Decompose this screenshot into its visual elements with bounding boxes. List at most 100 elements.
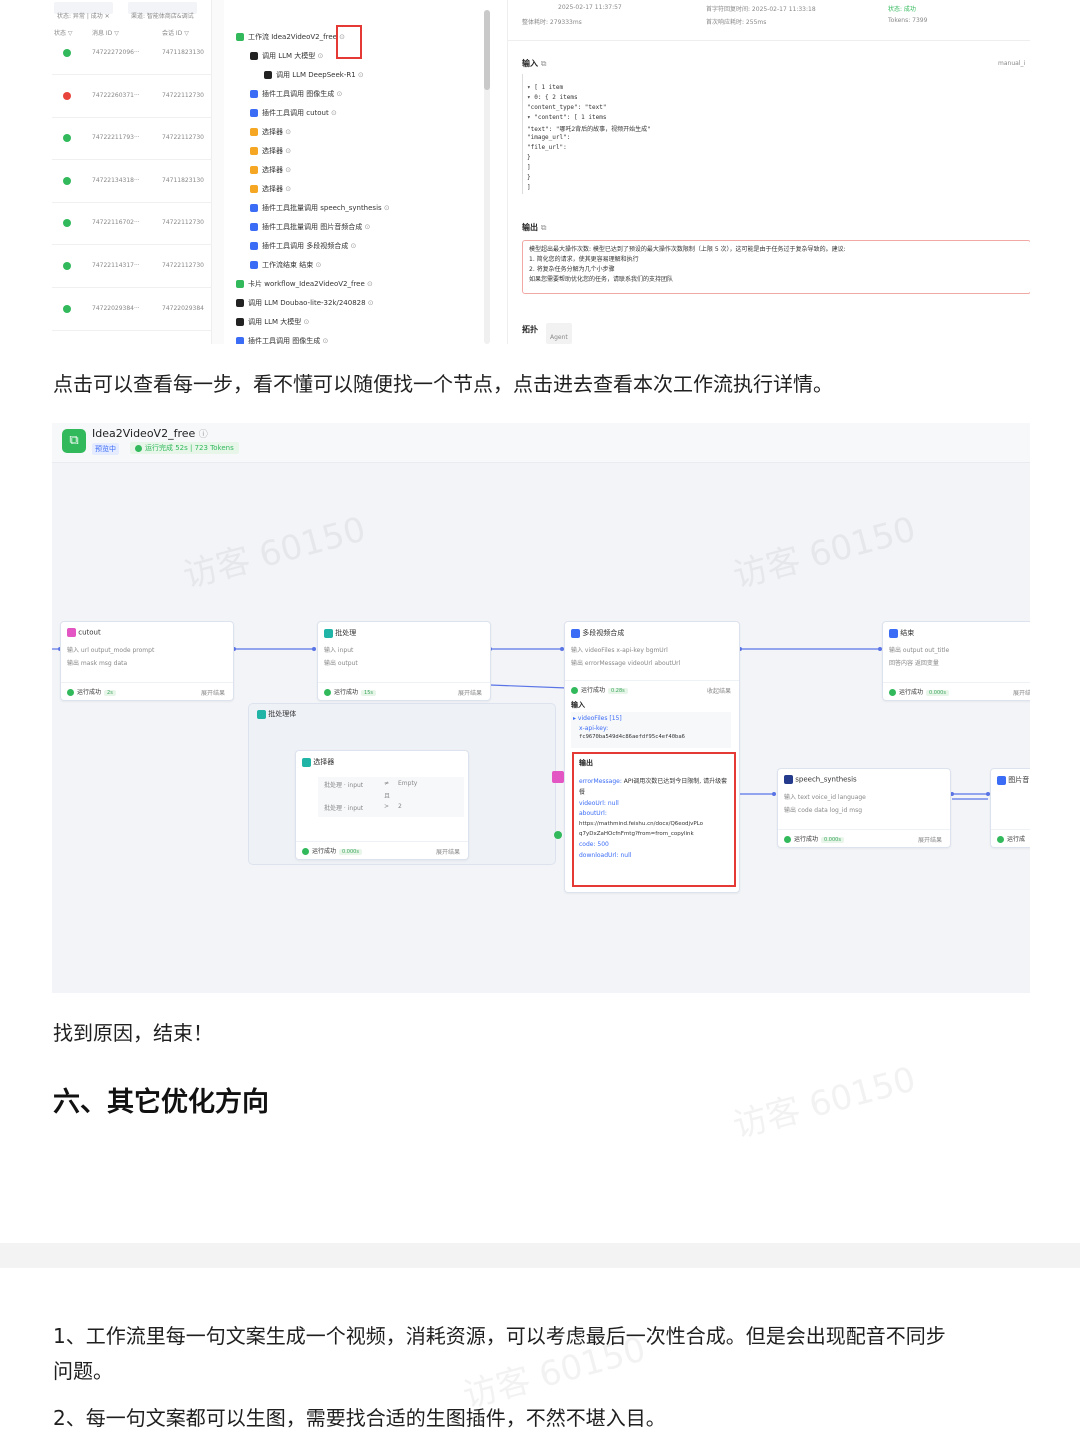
expand-result-button[interactable]: 展开结果 (458, 688, 482, 697)
expand-result-button[interactable]: 展开结果 (201, 688, 225, 697)
video-url: videoUrl: null (579, 800, 619, 807)
run-status: 运行成功 0.000s (784, 834, 844, 843)
node-speech-synthesis[interactable]: speech_synthesis 输入 text voice_id langua… (777, 768, 951, 848)
table-row[interactable]: 74722272096··· 74711823130 (52, 46, 212, 60)
node-inputs: 输入 text voice_id language (784, 794, 866, 801)
table-row[interactable]: 74722211793··· 74722112730 (52, 131, 212, 145)
copy-icon[interactable]: ⧉ (541, 223, 547, 232)
expand-result-button[interactable]: 展开结果 (1013, 688, 1030, 697)
session-id: 74722112730 (162, 219, 204, 227)
info-icon[interactable]: ⊙ (334, 90, 342, 98)
node-selector[interactable]: 选择器 批处理 · input ≠ Empty 且 批处理 · input > … (295, 750, 469, 860)
node-title: cutout (78, 628, 101, 637)
trace-tree-item[interactable]: 选择器 ⊙ (250, 184, 291, 194)
info-icon[interactable]: ⊙ (365, 280, 373, 288)
info-icon[interactable]: ⊙ (315, 52, 324, 60)
list-scrollbar[interactable] (212, 0, 224, 344)
info-icon[interactable]: ⊙ (283, 147, 291, 155)
tokens: Tokens: 7399 (888, 17, 928, 24)
node-end[interactable]: 结束 输出 output out_title 回答内容 返回变量 运行成功 0.0… (882, 621, 1030, 701)
info-icon[interactable]: ⊙ (283, 185, 291, 193)
table-row[interactable]: 74722114317··· 74722112730 (52, 259, 212, 273)
total-time: 整体耗时: 279333ms (522, 19, 582, 26)
trace-tree-item[interactable]: 调用 LLM DeepSeek-R1 ⊙ (264, 70, 364, 80)
node-type-icon (236, 299, 244, 307)
json-line: "text": "哪吒2背后的故事，视频开始生成" (527, 126, 651, 133)
node-type-icon (250, 166, 258, 174)
col-msg-id[interactable]: 消息 ID ▽ (92, 28, 119, 37)
info-icon[interactable]: ⊙ (362, 223, 370, 231)
tree-item-label: 选择器 (262, 128, 283, 136)
input-mode[interactable]: manual_i (998, 60, 1025, 67)
info-icon[interactable]: ⊙ (348, 242, 356, 250)
info-icon[interactable]: ⊙ (366, 299, 374, 307)
trace-tree-item[interactable]: 选择器 ⊙ (250, 127, 291, 137)
node-outputs: 输出 mask msg data (67, 660, 128, 667)
success-status-icon (63, 262, 71, 270)
copy-icon[interactable]: ⧉ (541, 59, 547, 68)
expand-result-button[interactable]: 展开结果 (436, 847, 460, 856)
session-id: 74722029384 (162, 304, 204, 312)
trace-tree-item[interactable]: 调用 LLM 大模型 ⊙ (236, 317, 309, 327)
trace-tree-item[interactable]: 工作流 Idea2VideoV2_free ⊙ (236, 32, 345, 42)
node-image-audio[interactable]: 图片音 运行成 (990, 768, 1030, 848)
node-title: 多段视频合成 (582, 629, 625, 637)
table-row[interactable]: 74722029384··· 74722029384 (52, 302, 212, 316)
info-icon[interactable]: ⊙ (356, 71, 364, 79)
info-icon[interactable]: ⊙ (382, 204, 390, 212)
speech-icon (784, 775, 793, 784)
node-cutout[interactable]: cutout 输入 url output_mode prompt 输出 mask… (60, 621, 234, 701)
tree-scrollbar[interactable] (484, 10, 490, 344)
message-list-panel: 状态: 异常 | 成功 ✕ 渠道: 智能体商店&调试 状态 ▽ 消息 ID ▽ … (52, 0, 212, 344)
tree-item-label: 调用 LLM DeepSeek-R1 (276, 71, 356, 79)
json-line: "image_url": (527, 134, 571, 141)
table-row[interactable]: 74722134318··· 74711823130 (52, 174, 212, 188)
trace-tree-item[interactable]: 调用 LLM 大模型 ⊙ (250, 51, 323, 61)
tree-highlight-box (336, 25, 362, 59)
table-row[interactable]: 74722260371··· 74722112730 (52, 89, 212, 103)
paragraph-2: 找到原因，结束！ (53, 1021, 213, 1045)
trace-screenshot: 状态: 异常 | 成功 ✕ 渠道: 智能体商店&调试 状态 ▽ 消息 ID ▽ … (52, 0, 1030, 344)
trace-tree-item[interactable]: 插件工具调用 图像生成 ⊙ (236, 336, 328, 344)
node-batch[interactable]: 批处理 输入 input 输出 output 运行成功 15s 展开结果 (317, 621, 491, 701)
info-icon[interactable]: ⊙ (301, 318, 310, 326)
info-icon[interactable]: ⊙ (329, 109, 337, 117)
trace-tree-item[interactable]: 工作流结束 结束 ⊙ (250, 260, 321, 270)
first-reply-time: 首字符回复时间: 2025-02-17 11:33:18 (706, 6, 816, 13)
collapse-result-button[interactable]: 收起结果 (707, 686, 731, 695)
trace-tree-item[interactable]: 插件工具调用 cutout ⊙ (250, 108, 337, 118)
scissors-icon (67, 628, 76, 637)
info-icon[interactable]: ⊙ (313, 261, 321, 269)
col-status[interactable]: 状态 ▽ (54, 28, 73, 37)
table-row[interactable]: 74722116702··· 74722112730 (52, 216, 212, 230)
trace-tree-item[interactable]: 插件工具批量调用 speech_synthesis ⊙ (250, 203, 390, 213)
trace-tree-item[interactable]: 卡片 workflow_Idea2VideoV2_free ⊙ (236, 279, 373, 289)
session-id: 74711823130 (162, 49, 204, 56)
paragraph-1: 点击可以查看每一步，看不懂可以随便找一个节点，点击进去查看本次工作流执行详情。 (53, 372, 833, 396)
start-time: 2025-02-17 11:37:57 (558, 4, 622, 11)
about-url-line2[interactable]: q7yDxZaHOcfnFmtg?from=from_copylink (579, 829, 729, 839)
json-line: } (527, 154, 531, 161)
node-type-icon (250, 90, 258, 98)
status-filter[interactable]: 状态: 异常 | 成功 ✕ (54, 2, 113, 20)
tree-item-label: 调用 LLM Doubao-lite-32k/240828 (248, 299, 366, 307)
detail-panel: 2025-02-17 11:37:57 整体耗时: 279333ms 首字符回复… (507, 0, 1030, 344)
trace-tree-item[interactable]: 选择器 ⊙ (250, 146, 291, 156)
trace-tree-item[interactable]: 调用 LLM Doubao-lite-32k/240828 ⊙ (236, 298, 374, 308)
trace-tree-item[interactable]: 插件工具调用 多段视频合成 ⊙ (250, 241, 356, 251)
msg-id: 74722260371··· (92, 91, 140, 99)
info-icon[interactable]: ⊙ (283, 166, 291, 174)
about-url-line1[interactable]: https://mathmind.feishu.cn/docx/Q6eodjvP… (579, 819, 729, 829)
col-session-id[interactable]: 会话 ID ▽ (162, 28, 189, 37)
trace-tree-item[interactable]: 插件工具批量调用 图片音频合成 ⊙ (250, 222, 370, 232)
channel-filter[interactable]: 渠道: 智能体商店&调试 (128, 2, 197, 20)
tree-item-label: 工作流结束 结束 (262, 261, 314, 269)
trace-tree-item[interactable]: 选择器 ⊙ (250, 165, 291, 175)
tree-item-label: 插件工具批量调用 图片音频合成 (262, 223, 363, 231)
node-type-icon (236, 33, 244, 41)
info-icon[interactable]: ⊙ (283, 128, 291, 136)
trace-tree-item[interactable]: 插件工具调用 图像生成 ⊙ (250, 89, 342, 99)
expand-result-button[interactable]: 展开结果 (918, 835, 942, 844)
info-icon[interactable]: ⊙ (320, 337, 328, 344)
node-title: speech_synthesis (795, 775, 857, 784)
